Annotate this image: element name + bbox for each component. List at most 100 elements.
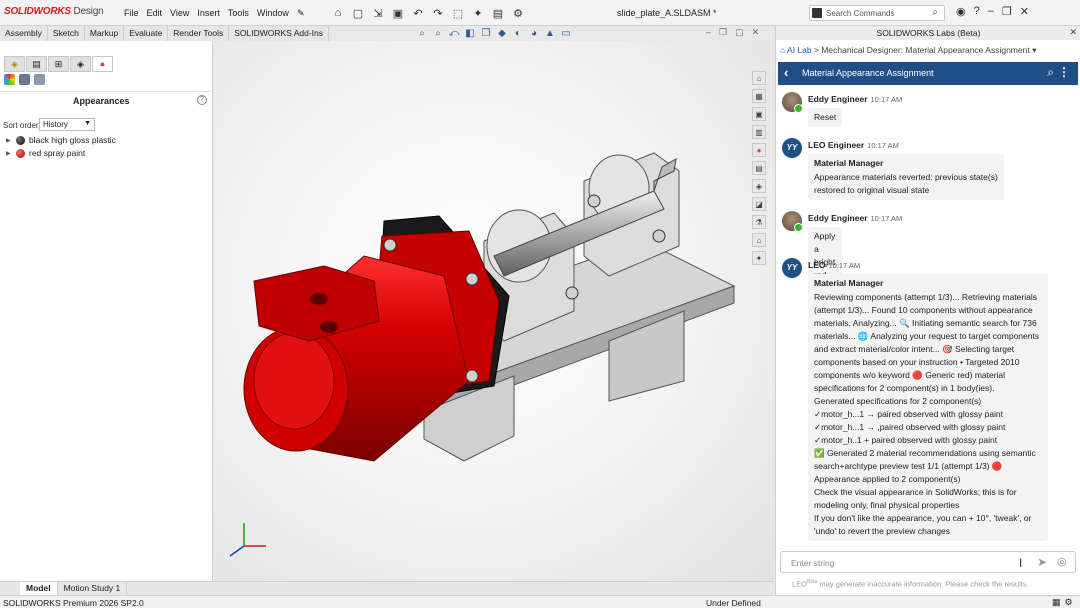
breadcrumb-current[interactable]: Mechanical Designer: Material Appearance… [821,45,1029,55]
custom-properties-icon[interactable]: ▤ [752,161,766,175]
menu-insert[interactable]: Insert [197,8,220,19]
rebuild-icon[interactable]: ✦ [470,5,486,21]
viewport-minimize-icon[interactable]: – [706,27,711,38]
send-icon[interactable]: ➤ [1037,555,1047,569]
search-icon[interactable]: ⌕ [932,7,938,18]
back-icon[interactable]: ‹ [784,65,788,80]
bolt-3 [465,369,479,383]
select-icon[interactable]: ⬚ [450,5,466,21]
units-icon[interactable]: ⚙ [1065,597,1073,608]
rebuild-status-icon[interactable]: ▦ [1052,597,1061,608]
ai-assistant-icon[interactable]: ✦ [752,251,766,265]
viewport-close-icon[interactable]: ✕ [752,27,760,38]
viewport-restore-icon[interactable]: ❐ [719,27,727,38]
chevron-down-icon[interactable]: ▾ [1032,45,1036,55]
help-icon[interactable]: ? [974,5,980,18]
close-panel-icon[interactable]: ✕ [1069,27,1077,38]
appearance-item-black-plastic[interactable]: ▶ black high gloss plastic [6,135,116,145]
breadcrumb-ai-lab[interactable]: AI Lab [787,45,812,55]
assistant-title: Material Appearance Assignment [802,68,934,78]
message-line: Generated specifications for 2 component… [814,396,982,406]
zoom-to-fit-icon[interactable]: ⌕ [416,27,428,39]
panel-tab-icons: ◈ ▤ ⊞ ◈ ● [4,56,113,72]
sort-order-select[interactable]: History ▼ [39,118,95,131]
message-line: If you don't like the appearance, you ca… [814,513,1032,523]
scene-icon[interactable]: ▲ [544,27,556,39]
undo-icon[interactable]: ↶ [410,5,426,21]
previous-view-icon[interactable]: ⤺ [448,27,460,39]
display-style-icon[interactable]: ◆ [496,27,508,39]
file-properties-icon[interactable]: ▤ [490,5,506,21]
decals-subtab-icon[interactable] [19,74,30,85]
appearances-subtab-icon[interactable] [4,74,15,85]
open-icon[interactable]: ⇲ [370,5,386,21]
search-commands-input[interactable]: Search Commands ⌕ [809,5,945,21]
close-icon[interactable]: ✕ [1020,5,1029,18]
scene-subtab-icon[interactable] [34,74,45,85]
graphics-viewport[interactable] [214,41,774,581]
feature-tree-icon[interactable]: ◈ [4,56,25,72]
tab-evaluate[interactable]: Evaluate [124,26,169,41]
appearance-item-red-paint[interactable]: ▶ red spray paint [6,148,85,158]
sort-order-label: Sort order: [3,121,41,130]
labs-icon[interactable]: ⚗ [752,215,766,229]
menu-window[interactable]: Window [257,8,289,19]
edit-appearance-icon[interactable]: ◕ [528,27,540,39]
view-orientation-icon[interactable]: ❒ [480,27,492,39]
section-view-icon[interactable]: ◧ [464,27,476,39]
appearances-tab-icon[interactable]: ● [92,56,113,72]
redo-icon[interactable]: ↷ [430,5,446,21]
quick-access-toolbar: ⌂ ▢ ⇲ ▣ ↶ ↷ ⬚ ✦ ▤ ⚙ [330,5,526,21]
appearances-scenes-icon[interactable]: ● [752,143,766,157]
tab-solidworks-addins[interactable]: SOLIDWORKS Add-Ins [229,26,330,41]
menu-edit[interactable]: Edit [147,8,163,19]
motor-end-cap-face [253,332,335,430]
resources-icon[interactable]: ⌂ [752,71,766,85]
user-avatar-icon[interactable]: ◉ [956,5,966,18]
options-icon[interactable]: ⚙ [510,5,526,21]
home-icon[interactable]: ⌂ [330,5,346,21]
tab-model[interactable]: Model [20,582,58,595]
home-icon[interactable]: ⌂ [780,45,785,55]
appearances-help-icon[interactable]: ? [197,95,207,105]
viewport-maximize-icon[interactable]: ▢ [735,27,744,38]
voice-input-icon[interactable]: ◎ [1057,555,1067,568]
home-task-icon[interactable]: ⌂ [752,233,766,247]
new-document-icon[interactable]: ▢ [350,5,366,21]
command-manager-tabs: Assembly Sketch Markup Evaluate Render T… [0,26,330,41]
message-line: ✓motor_h...1 → paired observed with glos… [814,409,1004,419]
solidworks-forum-icon[interactable]: ◈ [752,179,766,193]
expand-arrow-icon[interactable]: ▶ [6,137,12,144]
assembly-model[interactable] [214,41,774,581]
design-library-icon[interactable]: ▦ [752,89,766,103]
more-options-icon[interactable]: ⋮ [1058,65,1070,79]
pin-icon[interactable]: ✎ [297,8,305,19]
configuration-manager-icon[interactable]: ⊞ [48,56,69,72]
property-manager-icon[interactable]: ▤ [26,56,47,72]
file-explorer-icon[interactable]: ▣ [752,107,766,121]
beta-badge: Beta [807,579,818,585]
dimxpert-icon[interactable]: ◈ [70,56,91,72]
cad-models-icon[interactable]: ◪ [752,197,766,211]
message-line: components based on your instruction • T… [814,357,1020,367]
search-icon[interactable]: ⌕ [1047,65,1054,80]
tab-sketch[interactable]: Sketch [48,26,85,41]
minimize-icon[interactable]: – [988,5,994,18]
view-settings-icon[interactable]: ▭ [560,27,572,39]
chat-input[interactable]: Enter string I ➤ ◎ [780,551,1076,573]
hide-show-icon[interactable]: ◐ [512,27,524,39]
solidworks-logo[interactable]: SOLIDWORKS Design [4,6,104,17]
expand-arrow-icon[interactable]: ▶ [6,150,12,157]
tab-assembly[interactable]: Assembly [0,26,48,41]
restore-icon[interactable]: ❐ [1002,5,1012,18]
tab-motion-study[interactable]: Motion Study 1 [58,582,128,595]
save-icon[interactable]: ▣ [390,5,406,21]
menu-tools[interactable]: Tools [228,8,249,19]
tab-render-tools[interactable]: Render Tools [168,26,230,41]
menu-file[interactable]: File [124,8,139,19]
assistant-header: ‹ Material Appearance Assignment ⌕ ⋮ [778,62,1078,85]
menu-view[interactable]: View [170,8,189,19]
view-palette-icon[interactable]: ▥ [752,125,766,139]
tab-markup[interactable]: Markup [85,26,125,41]
zoom-area-icon[interactable]: ⌕ [432,27,444,39]
